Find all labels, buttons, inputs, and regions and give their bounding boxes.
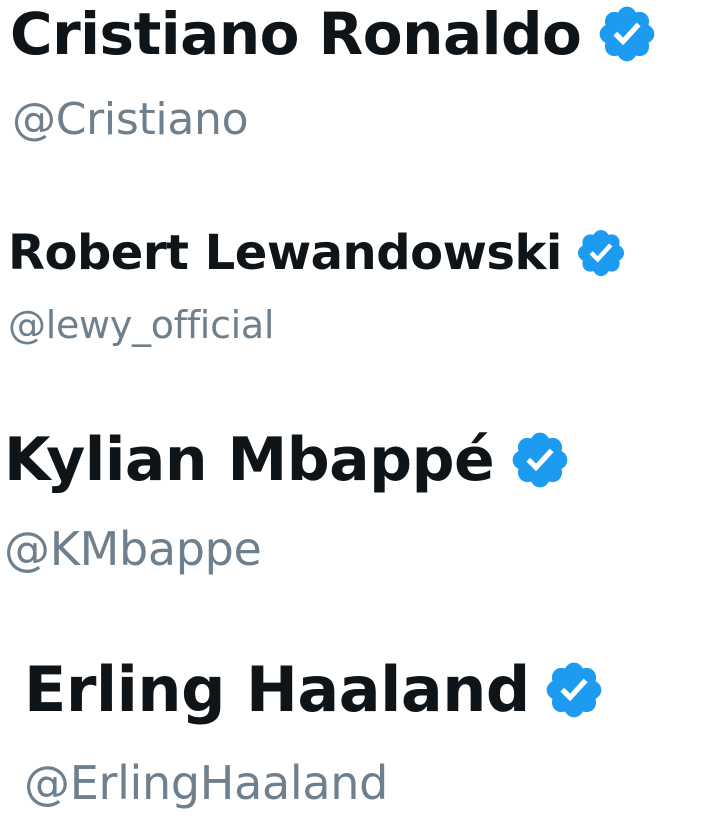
profile-item-haaland: Erling Haaland @ErlingHaaland bbox=[24, 658, 606, 806]
profile-item-mbappe: Kylian Mbappé @KMbappe bbox=[4, 428, 572, 572]
verified-badge-icon[interactable] bbox=[542, 658, 606, 722]
verified-badge-icon[interactable] bbox=[508, 428, 572, 492]
user-handle: @KMbappe bbox=[4, 522, 262, 576]
display-name-row: Robert Lewandowski bbox=[8, 226, 628, 280]
display-name-row: Kylian Mbappé bbox=[4, 428, 572, 492]
user-handle: @ErlingHaaland bbox=[24, 756, 388, 810]
user-handle: @Cristiano bbox=[12, 94, 249, 145]
display-name[interactable]: Erling Haaland bbox=[24, 659, 530, 721]
display-name-row: Erling Haaland bbox=[24, 658, 606, 722]
display-name[interactable]: Kylian Mbappé bbox=[4, 430, 495, 490]
display-name[interactable]: Cristiano Ronaldo bbox=[10, 5, 582, 63]
display-name-row: Cristiano Ronaldo bbox=[10, 2, 659, 66]
verified-badge-icon[interactable] bbox=[574, 226, 628, 280]
profile-item-lewandowski: Robert Lewandowski @lewy_official bbox=[8, 226, 628, 344]
verified-badge-icon[interactable] bbox=[595, 2, 659, 66]
profile-item-cristiano: Cristiano Ronaldo @Cristiano bbox=[10, 2, 659, 142]
user-handle: @lewy_official bbox=[8, 303, 275, 347]
display-name[interactable]: Robert Lewandowski bbox=[8, 229, 562, 277]
